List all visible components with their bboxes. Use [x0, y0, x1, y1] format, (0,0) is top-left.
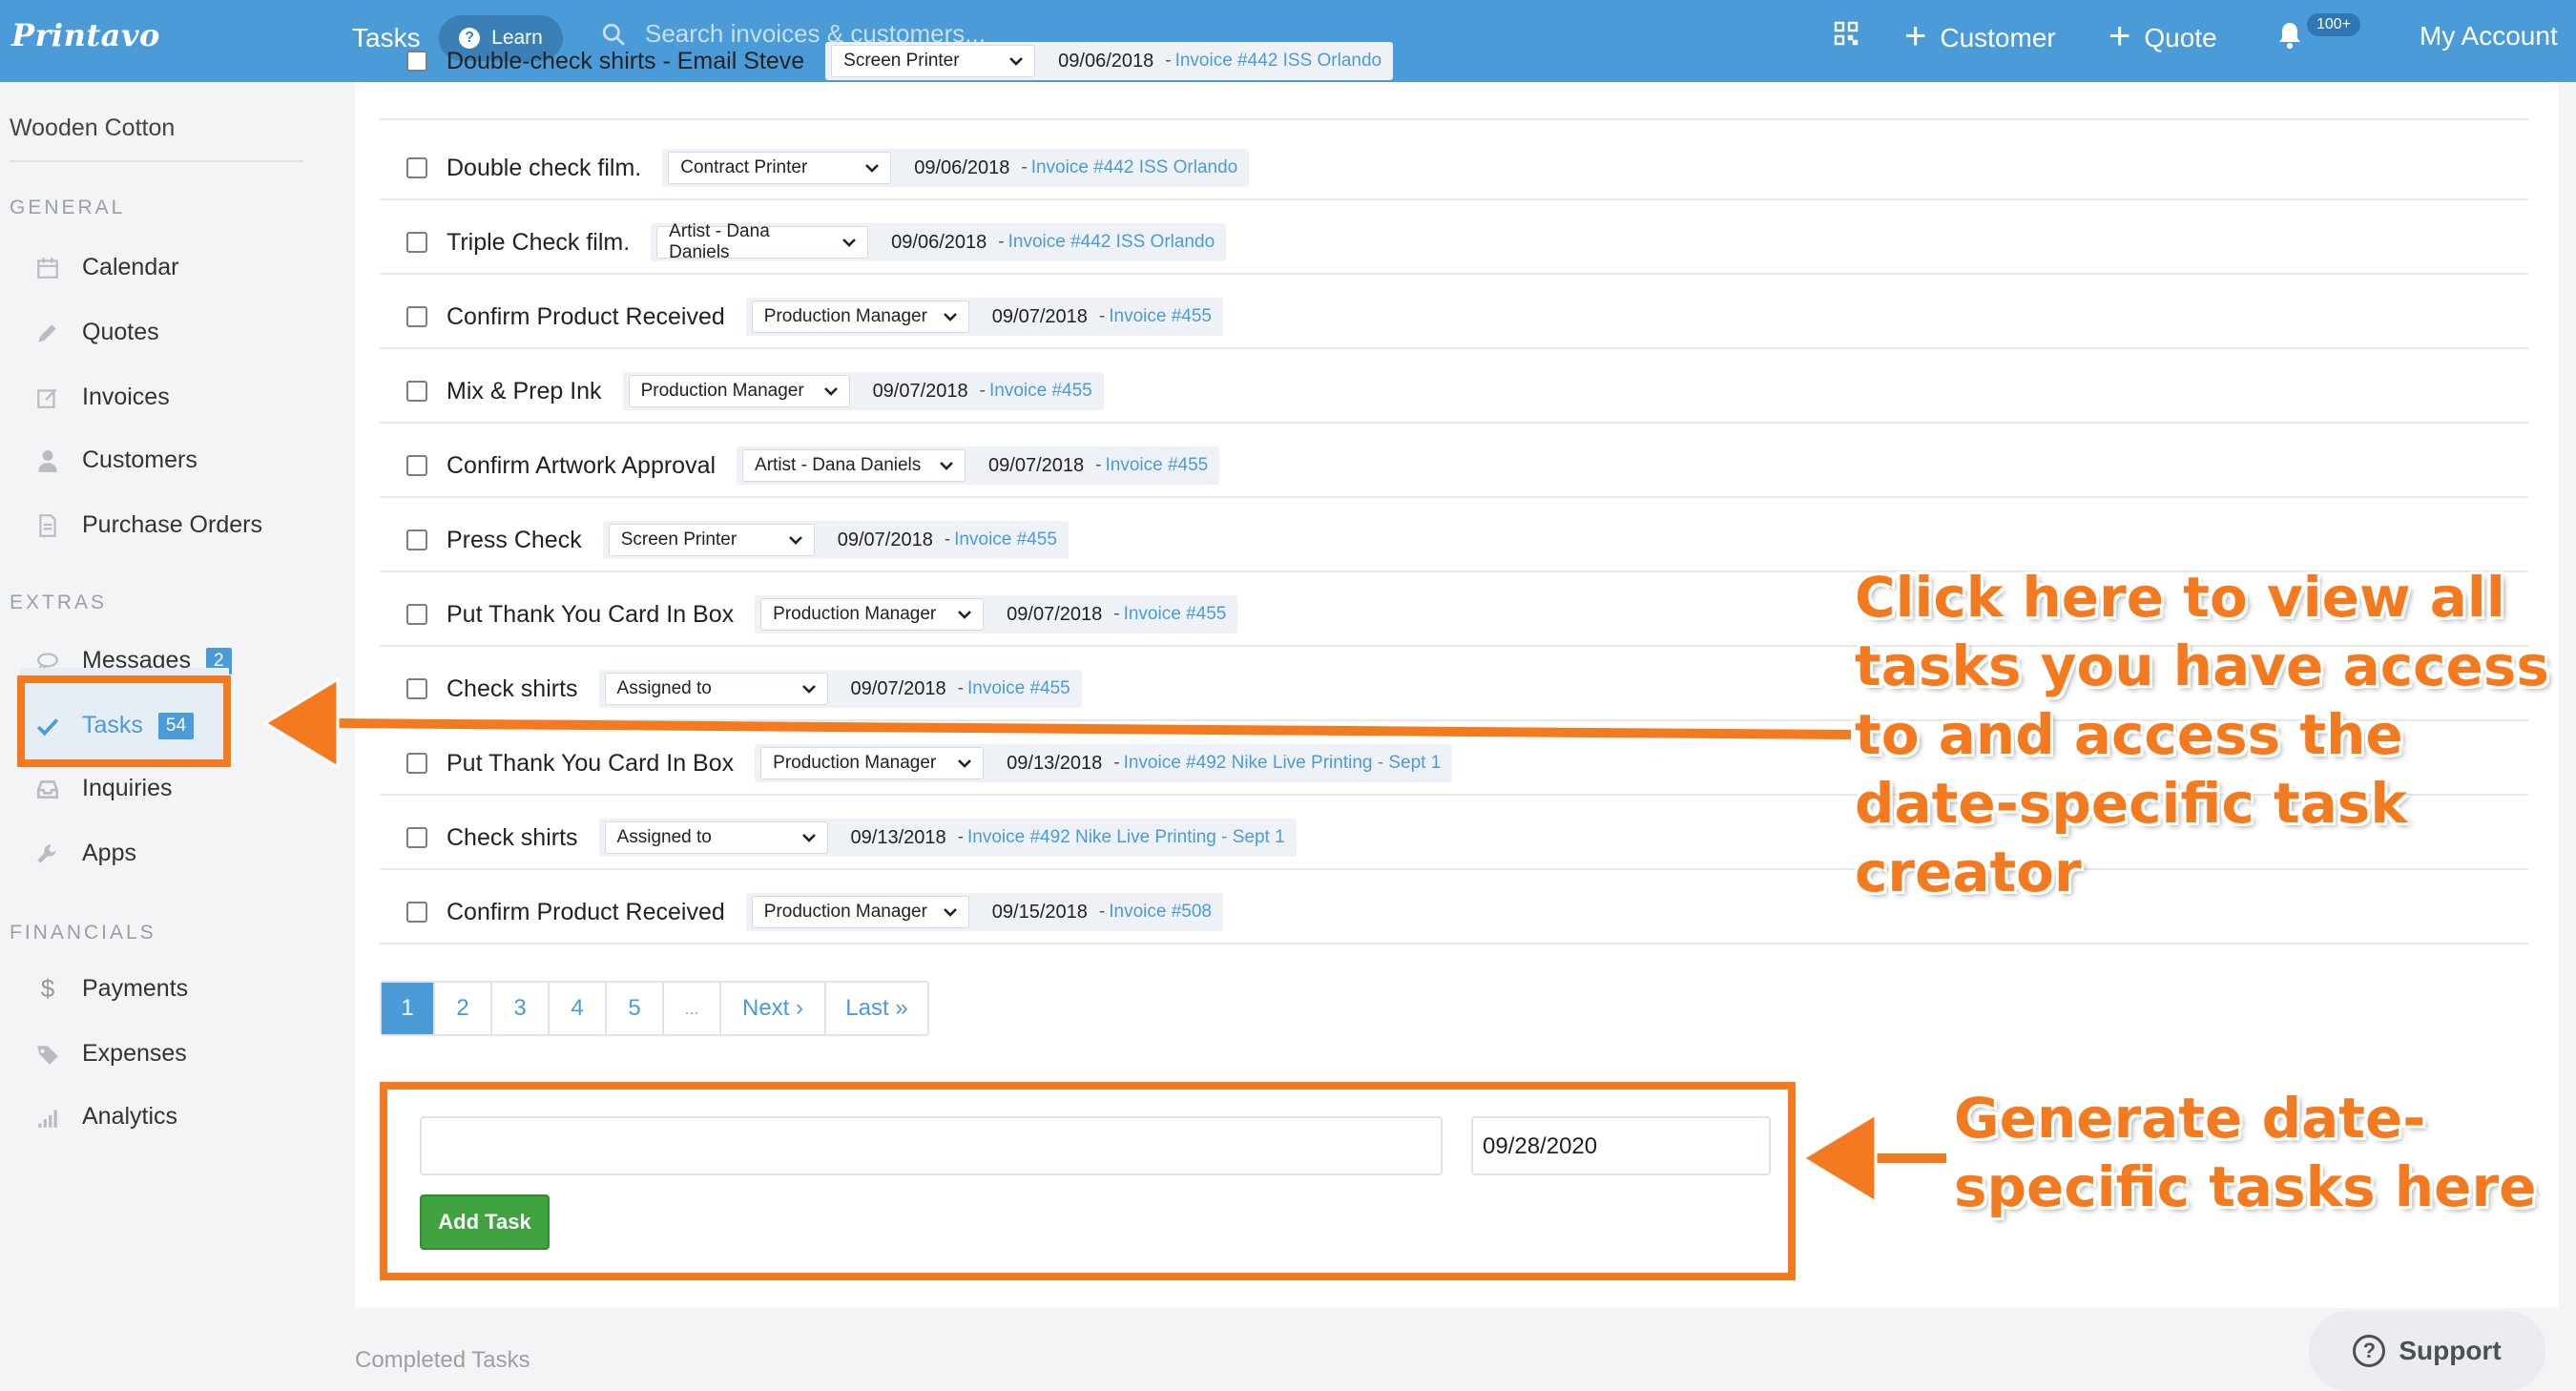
tasks-annotation-line: creator: [1855, 840, 2082, 904]
tasks-annotation: Click here to view all tasks you have ac…: [1855, 563, 2549, 906]
generate-annotation-line: specific tasks here: [1954, 1154, 2537, 1219]
tasks-annotation-line: tasks you have access: [1855, 633, 2549, 698]
arrow-to-tasks: [262, 676, 1852, 770]
tasks-annotation-line: Click here to view all: [1855, 565, 2505, 630]
generate-annotation-line: Generate date-: [1954, 1086, 2426, 1151]
tasks-annotation-line: date-specific task: [1855, 771, 2407, 836]
arrow-to-add-task: [1800, 1111, 1946, 1205]
tasks-annotation-line: to and access the: [1855, 702, 2403, 767]
generate-annotation: Generate date- specific tasks here: [1954, 1084, 2536, 1221]
